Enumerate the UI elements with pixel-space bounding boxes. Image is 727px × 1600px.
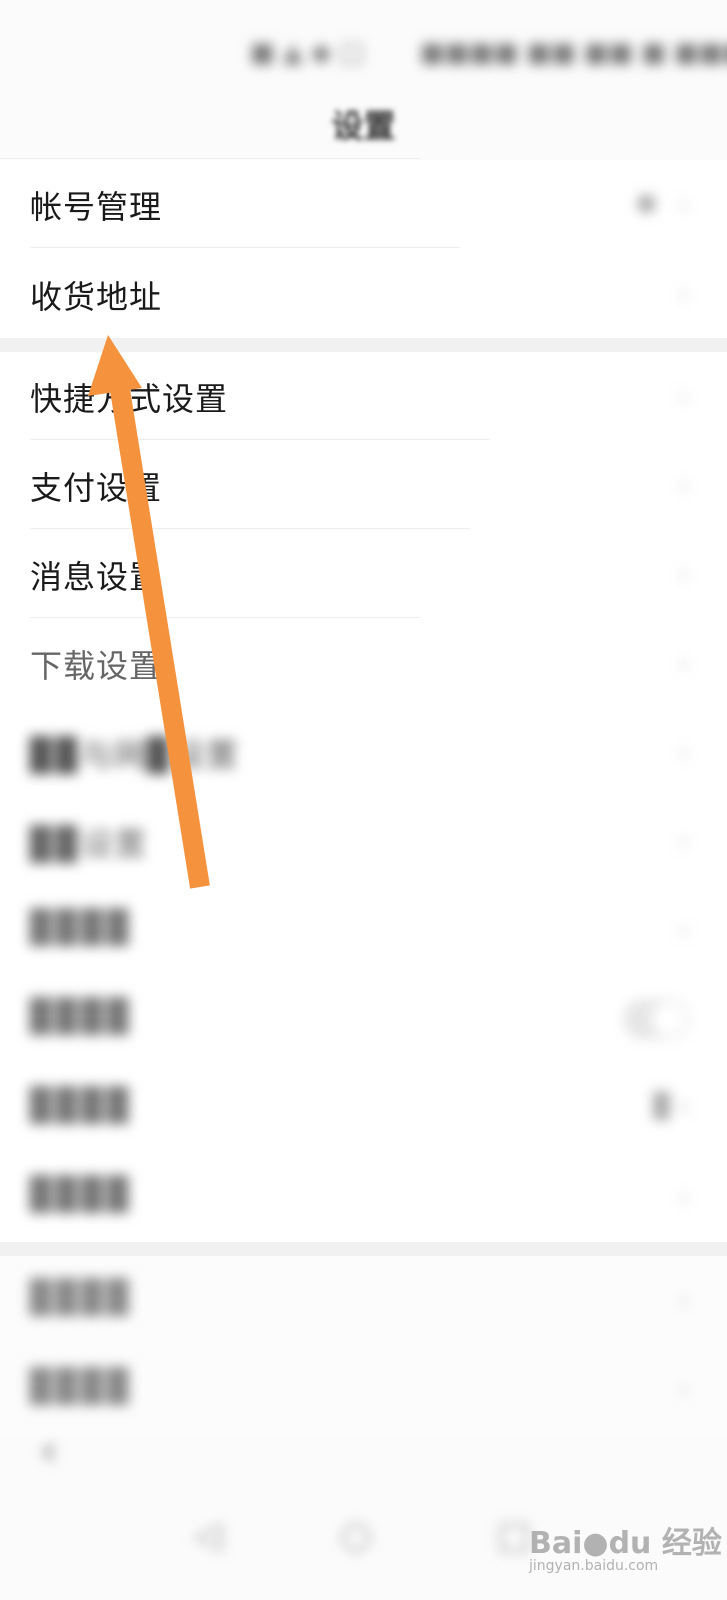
watermark-brand: Bai●du 经验 xyxy=(529,1526,722,1561)
chevron-right-icon: › xyxy=(678,1183,689,1213)
settings-screen: ■ ▲ ◆ □ ■■■■ ■■ ■■ ■ ■■■ 设置 帐号管理 ● › 收货地… xyxy=(0,0,727,1600)
row-label: 消息设置 xyxy=(30,558,163,596)
chevron-right-icon: › xyxy=(678,649,689,679)
toggle-knob xyxy=(652,1002,686,1036)
row-divider xyxy=(30,528,470,529)
row-label: 帐号管理 xyxy=(30,188,163,226)
row-blurred-extension[interactable]: ▉▉▉▉ › xyxy=(0,1153,727,1241)
chevron-right-icon: › xyxy=(678,1286,689,1316)
row-blurred-item[interactable]: ▉▉▉▉ › xyxy=(0,886,727,974)
status-icons-left: ■ ▲ ◆ □ xyxy=(250,38,364,68)
row-shortcut-settings[interactable]: 快捷方式设置 › xyxy=(0,352,727,440)
status-bar: ■ ▲ ◆ □ ■■■■ ■■ ■■ ■ ■■■ xyxy=(0,0,727,100)
chevron-right-icon: › xyxy=(678,916,689,946)
back-icon[interactable]: ◁ xyxy=(186,1514,230,1558)
row-divider xyxy=(30,617,420,618)
row-label: 收货地址 xyxy=(30,278,163,316)
section-separator xyxy=(0,1242,727,1256)
row-blurred-about[interactable]: ▉▉▉▉ › xyxy=(0,1256,727,1344)
row-divider xyxy=(30,439,490,440)
row-label: 支付设置 xyxy=(30,469,163,507)
row-label: ▉▉设置 xyxy=(30,825,148,863)
avatar-icon: ● xyxy=(636,188,657,216)
header: 设置 xyxy=(0,95,727,157)
row-blurred-help[interactable]: ▉▉▉▉ › xyxy=(0,1345,727,1433)
settings-group: 快捷方式设置 › 支付设置 › 消息设置 › 下载设置 › ▉▉与网▉设置 › … xyxy=(0,352,727,1242)
chevron-right-icon: › xyxy=(678,738,689,768)
status-icons-right: ■■■■ ■■ ■■ ■ ■■■ xyxy=(420,38,727,68)
row-message-settings[interactable]: 消息设置 › xyxy=(0,530,727,618)
row-toggle-item[interactable]: ▉▉▉▉ xyxy=(0,975,727,1063)
back-chevron-icon[interactable]: ‹ xyxy=(40,1425,58,1476)
chevron-right-icon: › xyxy=(678,1375,689,1405)
row-account-management[interactable]: 帐号管理 ● › xyxy=(0,160,727,248)
header-divider xyxy=(0,158,420,159)
row-blurred-item-value[interactable]: ▉▉▉▉ ▉ › xyxy=(0,1064,727,1152)
chevron-right-icon: › xyxy=(678,190,689,220)
account-group: 帐号管理 ● › 收货地址 › xyxy=(0,160,727,338)
row-label: ▉▉▉▉ xyxy=(30,997,133,1035)
toggle-switch[interactable] xyxy=(623,999,689,1039)
row-label: ▉▉▉▉ xyxy=(30,1086,133,1124)
chevron-right-icon: › xyxy=(678,382,689,412)
chevron-right-icon: › xyxy=(678,827,689,857)
row-label: ▉▉与网▉设置 xyxy=(30,736,239,774)
about-group: ▉▉▉▉ › ▉▉▉▉ › xyxy=(0,1256,727,1436)
chevron-right-icon: › xyxy=(678,560,689,590)
watermark-url: jingyan.baidu.com xyxy=(529,1558,659,1574)
row-value: ▉ › xyxy=(653,1092,689,1120)
row-label: ▉▉▉▉ xyxy=(30,908,133,946)
row-divider xyxy=(30,247,460,248)
row-label: 下载设置 xyxy=(30,647,163,685)
page-title: 设置 xyxy=(331,107,396,145)
row-label: ▉▉▉▉ xyxy=(30,1278,133,1316)
row-label: 快捷方式设置 xyxy=(30,380,229,418)
home-icon[interactable]: ○ xyxy=(334,1514,378,1558)
row-payment-settings[interactable]: 支付设置 › xyxy=(0,441,727,529)
chevron-right-icon: › xyxy=(678,471,689,501)
baidu-jingyan-watermark: Bai●du 经验 jingyan.baidu.com xyxy=(529,1518,722,1586)
row-blurred-settings[interactable]: ▉▉设置 › xyxy=(0,797,727,885)
row-shipping-address[interactable]: 收货地址 › xyxy=(0,250,727,338)
row-network-settings[interactable]: ▉▉与网▉设置 › xyxy=(0,708,727,796)
section-separator xyxy=(0,338,727,352)
chevron-right-icon: › xyxy=(678,280,689,310)
row-label: ▉▉▉▉ xyxy=(30,1367,133,1405)
row-label: ▉▉▉▉ xyxy=(30,1175,133,1213)
row-download-settings[interactable]: 下载设置 › xyxy=(0,619,727,707)
